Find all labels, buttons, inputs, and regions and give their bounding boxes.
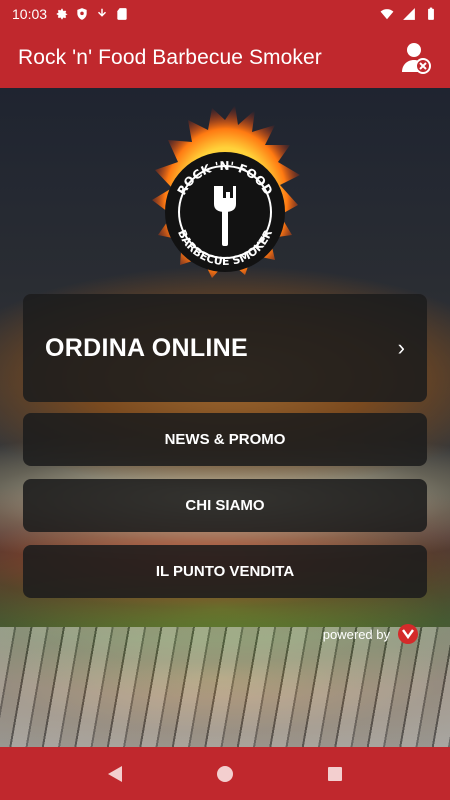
home-icon — [217, 765, 233, 782]
status-time: 10:03 — [12, 6, 48, 22]
order-online-button[interactable]: ORDINA ONLINE › — [23, 294, 427, 402]
status-icons-left — [55, 7, 129, 21]
sd-card-icon — [117, 8, 127, 20]
shield-icon — [77, 8, 87, 20]
recents-button[interactable] — [315, 754, 355, 794]
powered-by[interactable]: powered by — [323, 624, 418, 644]
back-icon — [108, 765, 122, 782]
chi-siamo-label: CHI SIAMO — [185, 497, 265, 514]
status-bar: 10:03 — [0, 0, 450, 28]
back-button[interactable] — [95, 754, 135, 794]
app-title: Rock 'n' Food Barbecue Smoker — [18, 46, 322, 69]
user-blocked-icon — [402, 43, 431, 74]
news-promo-label: NEWS & PROMO — [164, 431, 286, 448]
signal-icon — [403, 8, 415, 20]
newspaper-texture — [0, 627, 450, 747]
punto-vendita-button[interactable]: IL PUNTO VENDITA — [23, 545, 427, 598]
system-navigation-bar — [0, 747, 450, 800]
status-left: 10:03 — [12, 6, 129, 22]
chi-siamo-button[interactable]: CHI SIAMO — [23, 479, 427, 532]
rock-n-food-logo: ROCK 'N' FOOD BARBECUE SMOKER — [152, 105, 300, 278]
battery-icon — [428, 7, 434, 20]
recents-icon — [328, 766, 342, 781]
order-online-label: ORDINA ONLINE — [45, 333, 248, 362]
chevron-right-icon: › — [397, 335, 405, 360]
status-right — [380, 7, 438, 21]
user-account-button[interactable] — [400, 40, 432, 76]
app-bar: Rock 'n' Food Barbecue Smoker — [0, 28, 450, 88]
home-button[interactable] — [205, 754, 245, 794]
powered-by-label: powered by — [322, 626, 390, 642]
provider-logo-icon — [398, 624, 418, 644]
wifi-icon — [380, 9, 394, 20]
news-promo-button[interactable]: NEWS & PROMO — [23, 413, 427, 466]
settings-icon — [56, 8, 68, 20]
download-icon — [98, 8, 107, 17]
punto-vendita-label: IL PUNTO VENDITA — [155, 563, 295, 580]
